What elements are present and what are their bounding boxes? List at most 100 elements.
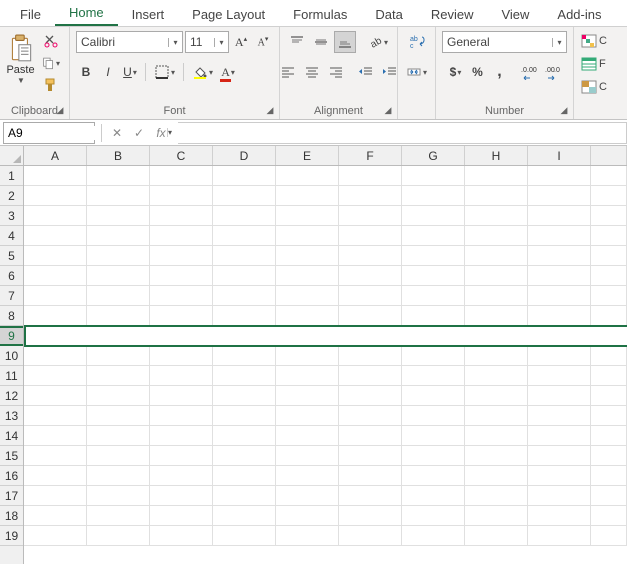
cell[interactable] bbox=[591, 526, 627, 546]
cell[interactable] bbox=[150, 346, 213, 366]
cell[interactable] bbox=[213, 246, 276, 266]
cell[interactable] bbox=[213, 326, 276, 346]
dialog-launcher-icon[interactable]: ◢ bbox=[383, 105, 393, 115]
cell[interactable] bbox=[150, 446, 213, 466]
cell[interactable] bbox=[213, 466, 276, 486]
column-header[interactable]: C bbox=[150, 146, 213, 165]
cell[interactable] bbox=[276, 226, 339, 246]
cell[interactable] bbox=[24, 486, 87, 506]
cell[interactable] bbox=[87, 406, 150, 426]
cell[interactable] bbox=[24, 506, 87, 526]
cell[interactable] bbox=[150, 506, 213, 526]
cell[interactable] bbox=[591, 426, 627, 446]
cell[interactable] bbox=[465, 306, 528, 326]
cell[interactable] bbox=[528, 326, 591, 346]
cell[interactable] bbox=[339, 346, 402, 366]
dialog-launcher-icon[interactable]: ◢ bbox=[559, 105, 569, 115]
cell[interactable] bbox=[339, 386, 402, 406]
cell[interactable] bbox=[402, 366, 465, 386]
cell[interactable] bbox=[276, 166, 339, 186]
cell[interactable] bbox=[465, 446, 528, 466]
cell[interactable] bbox=[150, 266, 213, 286]
row-header[interactable]: 19 bbox=[0, 526, 23, 546]
cell[interactable] bbox=[339, 286, 402, 306]
dialog-launcher-icon[interactable]: ◢ bbox=[55, 105, 65, 115]
cell[interactable] bbox=[465, 466, 528, 486]
increase-font-button[interactable]: A▴ bbox=[231, 31, 251, 53]
cell[interactable] bbox=[150, 426, 213, 446]
cell[interactable] bbox=[339, 466, 402, 486]
cell[interactable] bbox=[339, 526, 402, 546]
cell[interactable] bbox=[276, 526, 339, 546]
cell[interactable] bbox=[87, 286, 150, 306]
format-painter-button[interactable] bbox=[39, 75, 63, 95]
cell[interactable] bbox=[402, 226, 465, 246]
cell[interactable] bbox=[87, 366, 150, 386]
row-header[interactable]: 17 bbox=[0, 486, 23, 506]
cell[interactable] bbox=[402, 426, 465, 446]
cell[interactable] bbox=[528, 226, 591, 246]
cell[interactable] bbox=[339, 326, 402, 346]
cell[interactable] bbox=[528, 466, 591, 486]
cell[interactable] bbox=[213, 386, 276, 406]
align-left-button[interactable] bbox=[277, 61, 299, 83]
cell[interactable] bbox=[87, 386, 150, 406]
cell[interactable] bbox=[87, 246, 150, 266]
cell[interactable] bbox=[213, 306, 276, 326]
row-header[interactable]: 1 bbox=[0, 166, 23, 186]
cell[interactable] bbox=[591, 206, 627, 226]
row-headers[interactable]: 12345678910111213141516171819 bbox=[0, 166, 24, 564]
cell[interactable] bbox=[465, 326, 528, 346]
cell[interactable] bbox=[528, 166, 591, 186]
cell[interactable] bbox=[276, 446, 339, 466]
cell[interactable] bbox=[465, 166, 528, 186]
insert-function-button[interactable]: fx bbox=[150, 122, 172, 144]
decrease-font-button[interactable]: A▾ bbox=[253, 31, 273, 53]
cell[interactable] bbox=[276, 366, 339, 386]
cell[interactable] bbox=[24, 406, 87, 426]
column-header[interactable]: H bbox=[465, 146, 528, 165]
cell[interactable] bbox=[150, 406, 213, 426]
fill-color-button[interactable]: ▾ bbox=[189, 61, 216, 83]
align-center-button[interactable] bbox=[301, 61, 323, 83]
cell[interactable] bbox=[402, 306, 465, 326]
bold-button[interactable]: B bbox=[76, 61, 96, 83]
cell[interactable] bbox=[276, 306, 339, 326]
cell[interactable] bbox=[591, 266, 627, 286]
cell[interactable] bbox=[24, 466, 87, 486]
cell[interactable] bbox=[213, 406, 276, 426]
font-size-combo[interactable]: 11 ▾ bbox=[185, 31, 229, 53]
cell[interactable] bbox=[87, 446, 150, 466]
column-header[interactable]: E bbox=[276, 146, 339, 165]
cell[interactable] bbox=[276, 506, 339, 526]
cell[interactable] bbox=[150, 186, 213, 206]
column-header[interactable]: F bbox=[339, 146, 402, 165]
align-middle-button[interactable] bbox=[310, 31, 332, 53]
cell[interactable] bbox=[465, 346, 528, 366]
tab-file[interactable]: File bbox=[6, 4, 55, 26]
cell[interactable] bbox=[87, 466, 150, 486]
cell[interactable] bbox=[591, 486, 627, 506]
dialog-launcher-icon[interactable]: ◢ bbox=[265, 105, 275, 115]
cell[interactable] bbox=[465, 246, 528, 266]
cell[interactable] bbox=[24, 426, 87, 446]
cell[interactable] bbox=[528, 486, 591, 506]
cell[interactable] bbox=[339, 426, 402, 446]
cell[interactable] bbox=[213, 226, 276, 246]
cell[interactable] bbox=[24, 186, 87, 206]
cell[interactable] bbox=[87, 526, 150, 546]
cell[interactable] bbox=[528, 206, 591, 226]
cell[interactable] bbox=[339, 406, 402, 426]
cell[interactable] bbox=[150, 286, 213, 306]
cell[interactable] bbox=[528, 446, 591, 466]
cell[interactable] bbox=[465, 486, 528, 506]
cell[interactable] bbox=[150, 486, 213, 506]
cell[interactable] bbox=[591, 386, 627, 406]
row-header[interactable]: 4 bbox=[0, 226, 23, 246]
cell[interactable] bbox=[213, 366, 276, 386]
column-header[interactable]: G bbox=[402, 146, 465, 165]
cell[interactable] bbox=[528, 526, 591, 546]
align-top-button[interactable] bbox=[286, 31, 308, 53]
row-header[interactable]: 9 bbox=[0, 326, 23, 346]
cell[interactable] bbox=[591, 346, 627, 366]
